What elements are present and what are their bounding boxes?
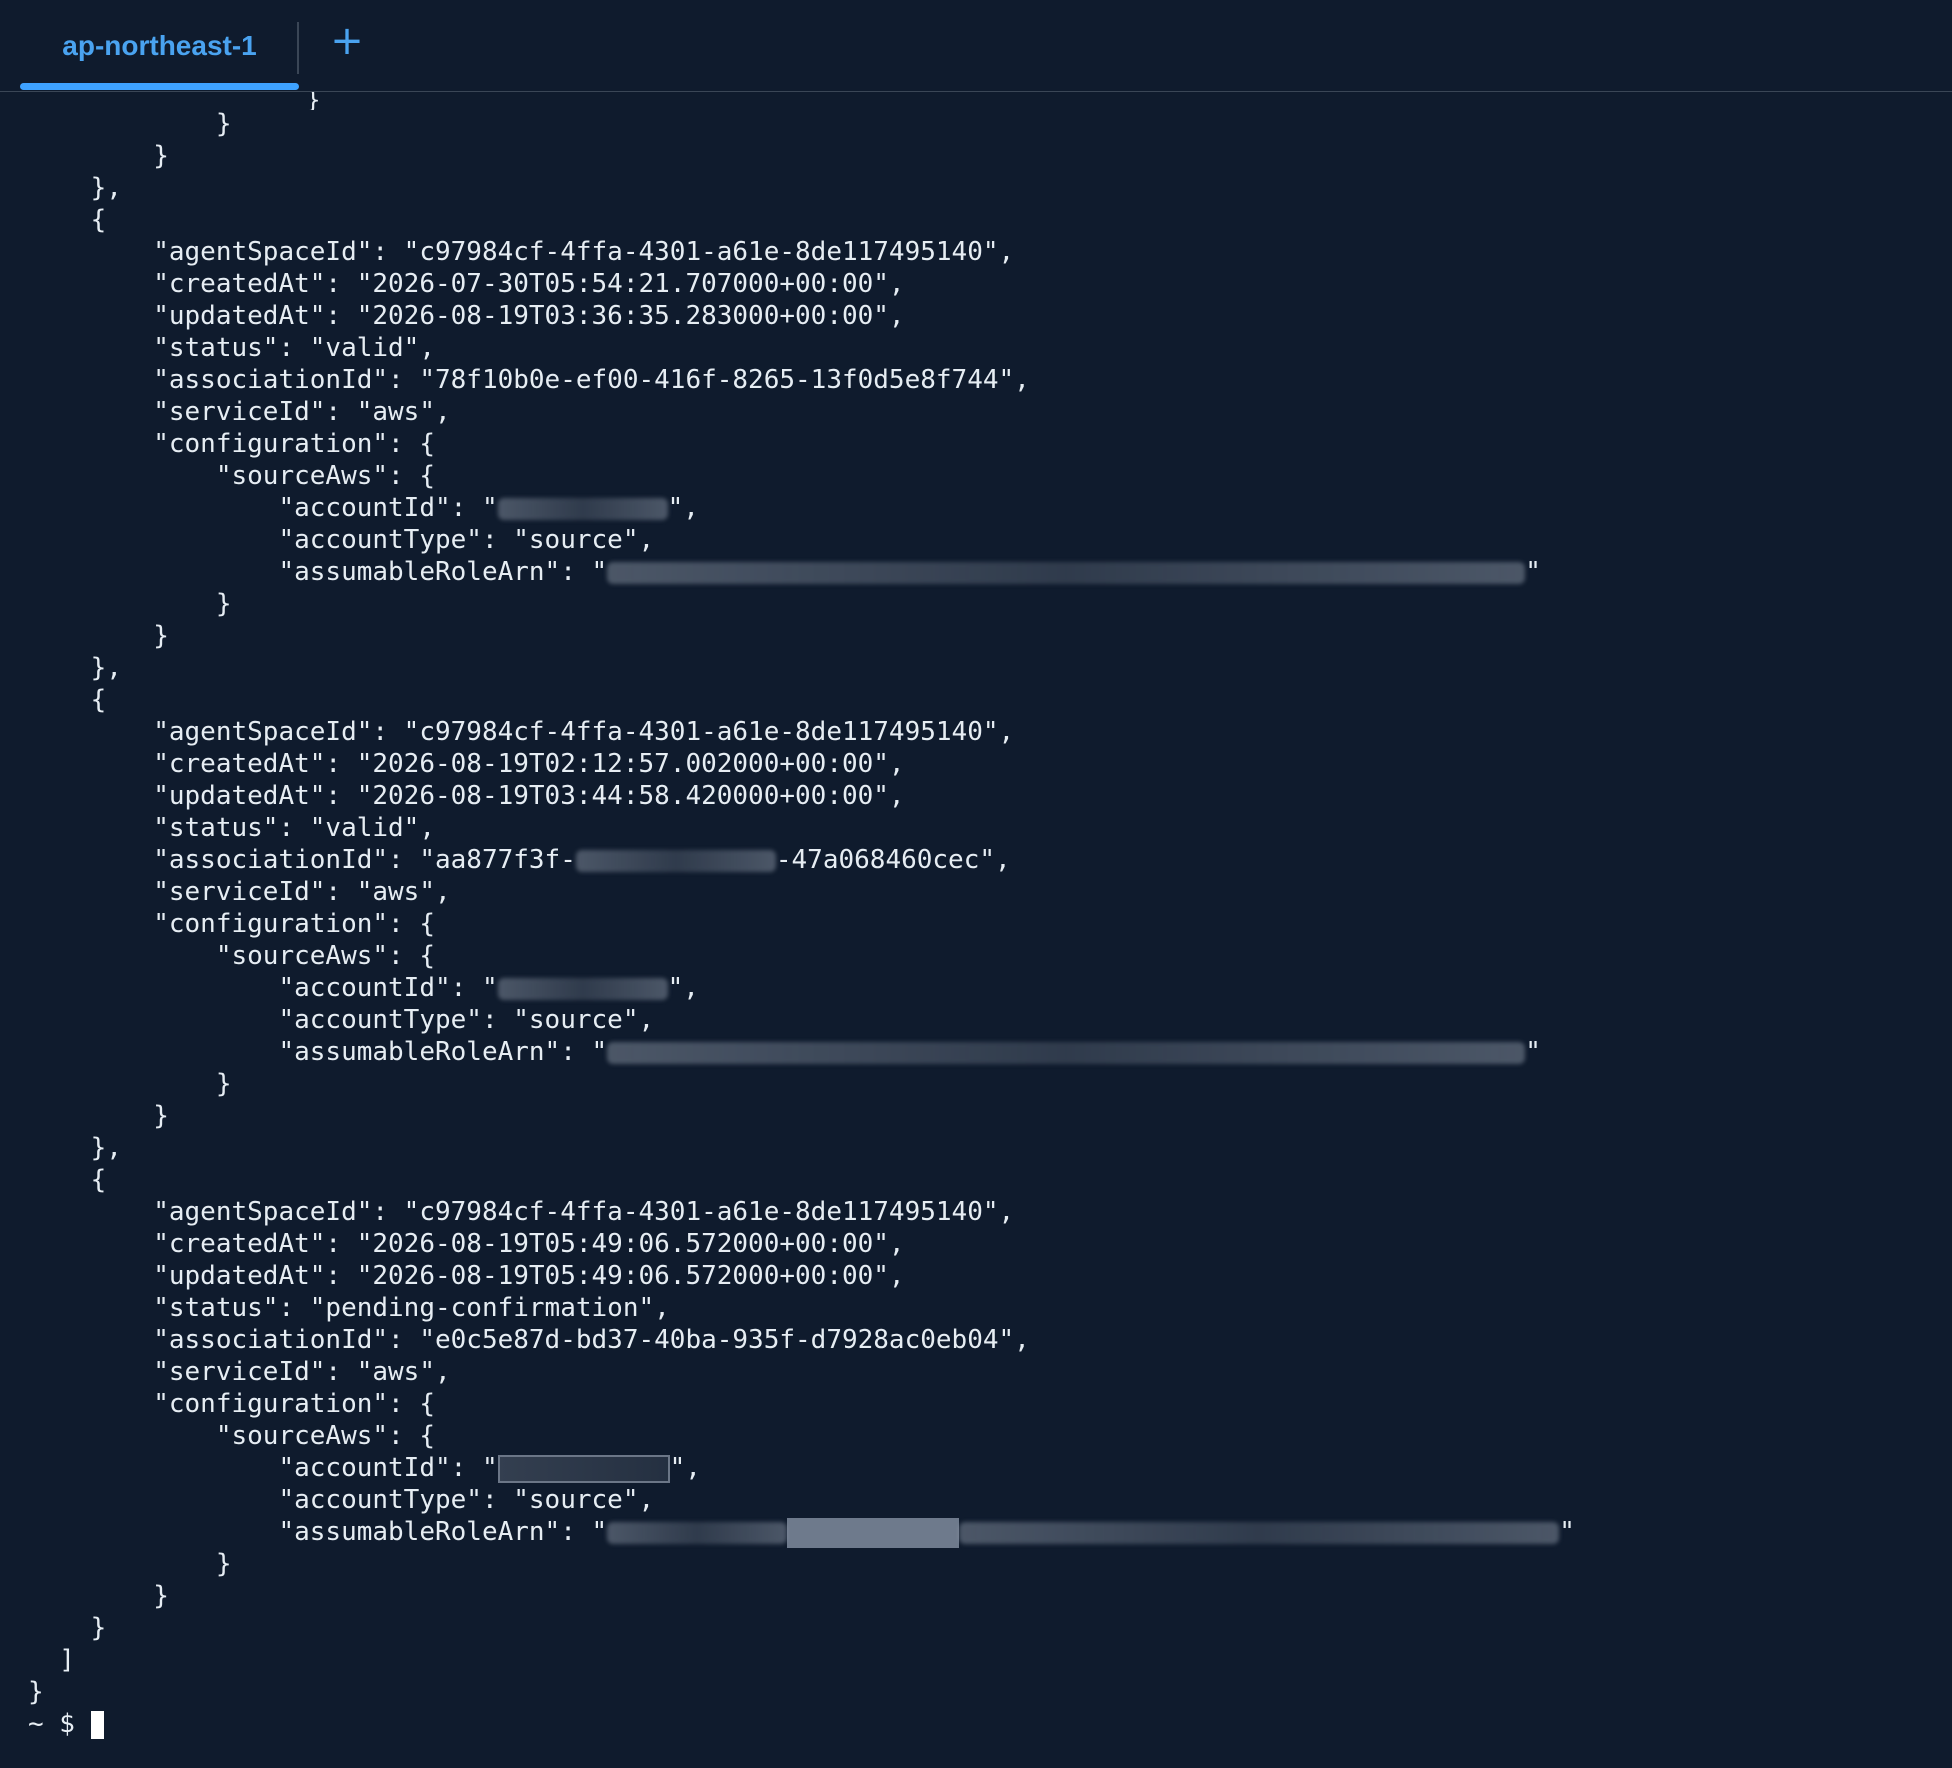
terminal-line: } <box>28 1549 232 1579</box>
terminal-line: "configuration": { <box>28 1389 435 1419</box>
terminal-line: "agentSpaceId": "c97984cf-4ffa-4301-a61e… <box>28 717 1015 747</box>
terminal-line: "associationId": "e0c5e87d-bd37-40ba-935… <box>28 1325 1030 1355</box>
terminal-line: "accountType": "source", <box>28 1485 655 1515</box>
terminal-line: } <box>28 621 169 651</box>
terminal-line: ] <box>28 1645 75 1675</box>
terminal-line: "agentSpaceId": "c97984cf-4ffa-4301-a61e… <box>28 1197 1015 1227</box>
terminal-line-role-arn: "assumableRoleArn": " " <box>28 1036 1541 1068</box>
redacted-role-arn-highlight <box>787 1517 960 1548</box>
terminal-cursor <box>90 1710 104 1739</box>
terminal-line: } <box>28 1069 232 1099</box>
terminal-line: } <box>28 1677 44 1707</box>
terminal-line-partial: } <box>306 92 321 110</box>
terminal-line: "configuration": { <box>28 909 435 939</box>
terminal-text: "assumableRoleArn": " <box>28 1037 608 1067</box>
redacted-association-id <box>575 849 776 872</box>
terminal-text: "associationId": "aa877f3f- <box>28 845 576 875</box>
terminal-line: }, <box>28 1133 122 1163</box>
terminal-text: "accountId": " <box>28 973 498 1003</box>
terminal-text: " <box>1525 557 1541 587</box>
terminal-prompt-line[interactable]: ~ $ <box>28 1708 104 1740</box>
terminal-line-account-id: "accountId": " ", <box>28 1452 701 1484</box>
terminal-line: "createdAt": "2026-08-19T05:49:06.572000… <box>28 1229 905 1259</box>
terminal-line: "sourceAws": { <box>28 461 435 491</box>
terminal-line-role-arn: "assumableRoleArn": " " <box>28 1516 1575 1548</box>
terminal-text: "assumableRoleArn": " <box>28 1517 608 1547</box>
terminal-line: "status": "pending-confirmation", <box>28 1293 670 1323</box>
terminal-line: "updatedAt": "2026-08-19T05:49:06.572000… <box>28 1261 905 1291</box>
redacted-role-arn <box>607 561 1526 584</box>
shell-prompt: ~ $ <box>28 1709 91 1739</box>
terminal-line-association-id: "associationId": "aa877f3f- -47a068460cec… <box>28 844 1011 876</box>
terminal-line: { <box>28 685 107 715</box>
terminal-line: "updatedAt": "2026-08-19T03:36:35.283000… <box>28 301 905 331</box>
terminal-line-account-id: "accountId": " ", <box>28 492 699 524</box>
terminal-text: "accountId": " <box>28 1453 498 1483</box>
terminal-line: "agentSpaceId": "c97984cf-4ffa-4301-a61e… <box>28 237 1015 267</box>
terminal-text: " <box>1559 1517 1575 1547</box>
terminal-line: "updatedAt": "2026-08-19T03:44:58.420000… <box>28 781 905 811</box>
terminal-line: } <box>28 141 169 171</box>
terminal-line: "status": "valid", <box>28 333 435 363</box>
terminal-line: } <box>28 1613 107 1643</box>
redacted-account-id-selected <box>497 1454 670 1483</box>
terminal-text: ", <box>667 973 699 1003</box>
terminal-text: "accountId": " <box>28 493 498 523</box>
terminal-line: "status": "valid", <box>28 813 435 843</box>
tab-ap-northeast-1[interactable]: ap-northeast-1 <box>20 0 299 92</box>
tab-label: ap-northeast-1 <box>62 30 257 61</box>
redacted-account-id <box>497 977 668 1000</box>
terminal-text: " <box>1525 1037 1541 1067</box>
active-tab-indicator <box>20 83 299 90</box>
tab-bar: ap-northeast-1 + <box>0 0 1952 92</box>
terminal-line-account-id: "accountId": " ", <box>28 972 699 1004</box>
terminal-line: } <box>28 1581 169 1611</box>
terminal-line: "configuration": { <box>28 429 435 459</box>
terminal-line: } <box>28 109 232 139</box>
terminal-line: } <box>28 589 232 619</box>
terminal-line-role-arn: "assumableRoleArn": " " <box>28 556 1541 588</box>
terminal-line: "associationId": "78f10b0e-ef00-416f-826… <box>28 365 1030 395</box>
tab-divider <box>297 22 299 74</box>
add-tab-button[interactable]: + <box>324 18 370 64</box>
terminal-line: "createdAt": "2026-08-19T02:12:57.002000… <box>28 749 905 779</box>
terminal-line: }, <box>28 653 122 683</box>
terminal-line: "accountType": "source", <box>28 1005 655 1035</box>
terminal-text: -47a068460cec", <box>775 845 1011 875</box>
redacted-role-arn-part <box>959 1521 1560 1544</box>
redacted-account-id <box>497 497 668 520</box>
plus-icon: + <box>330 18 364 64</box>
terminal-line: "serviceId": "aws", <box>28 397 451 427</box>
terminal-line: } <box>28 1101 169 1131</box>
terminal-text: ", <box>667 493 699 523</box>
terminal-line: "createdAt": "2026-07-30T05:54:21.707000… <box>28 269 905 299</box>
terminal-line: "accountType": "source", <box>28 525 655 555</box>
terminal-line: "sourceAws": { <box>28 1421 435 1451</box>
terminal-line: }, <box>28 173 122 203</box>
terminal-line: { <box>28 205 107 235</box>
terminal-line: { <box>28 1165 107 1195</box>
terminal-text: ", <box>669 1453 701 1483</box>
redacted-role-arn <box>607 1041 1526 1064</box>
terminal-line: "sourceAws": { <box>28 941 435 971</box>
terminal-line: "serviceId": "aws", <box>28 1357 451 1387</box>
redacted-role-arn-part <box>607 1521 788 1544</box>
terminal-output[interactable]: } } } }, { "agentSpaceId": "c97984cf-4ff… <box>0 92 1952 1768</box>
terminal-line: "serviceId": "aws", <box>28 877 451 907</box>
terminal-text: "assumableRoleArn": " <box>28 557 608 587</box>
